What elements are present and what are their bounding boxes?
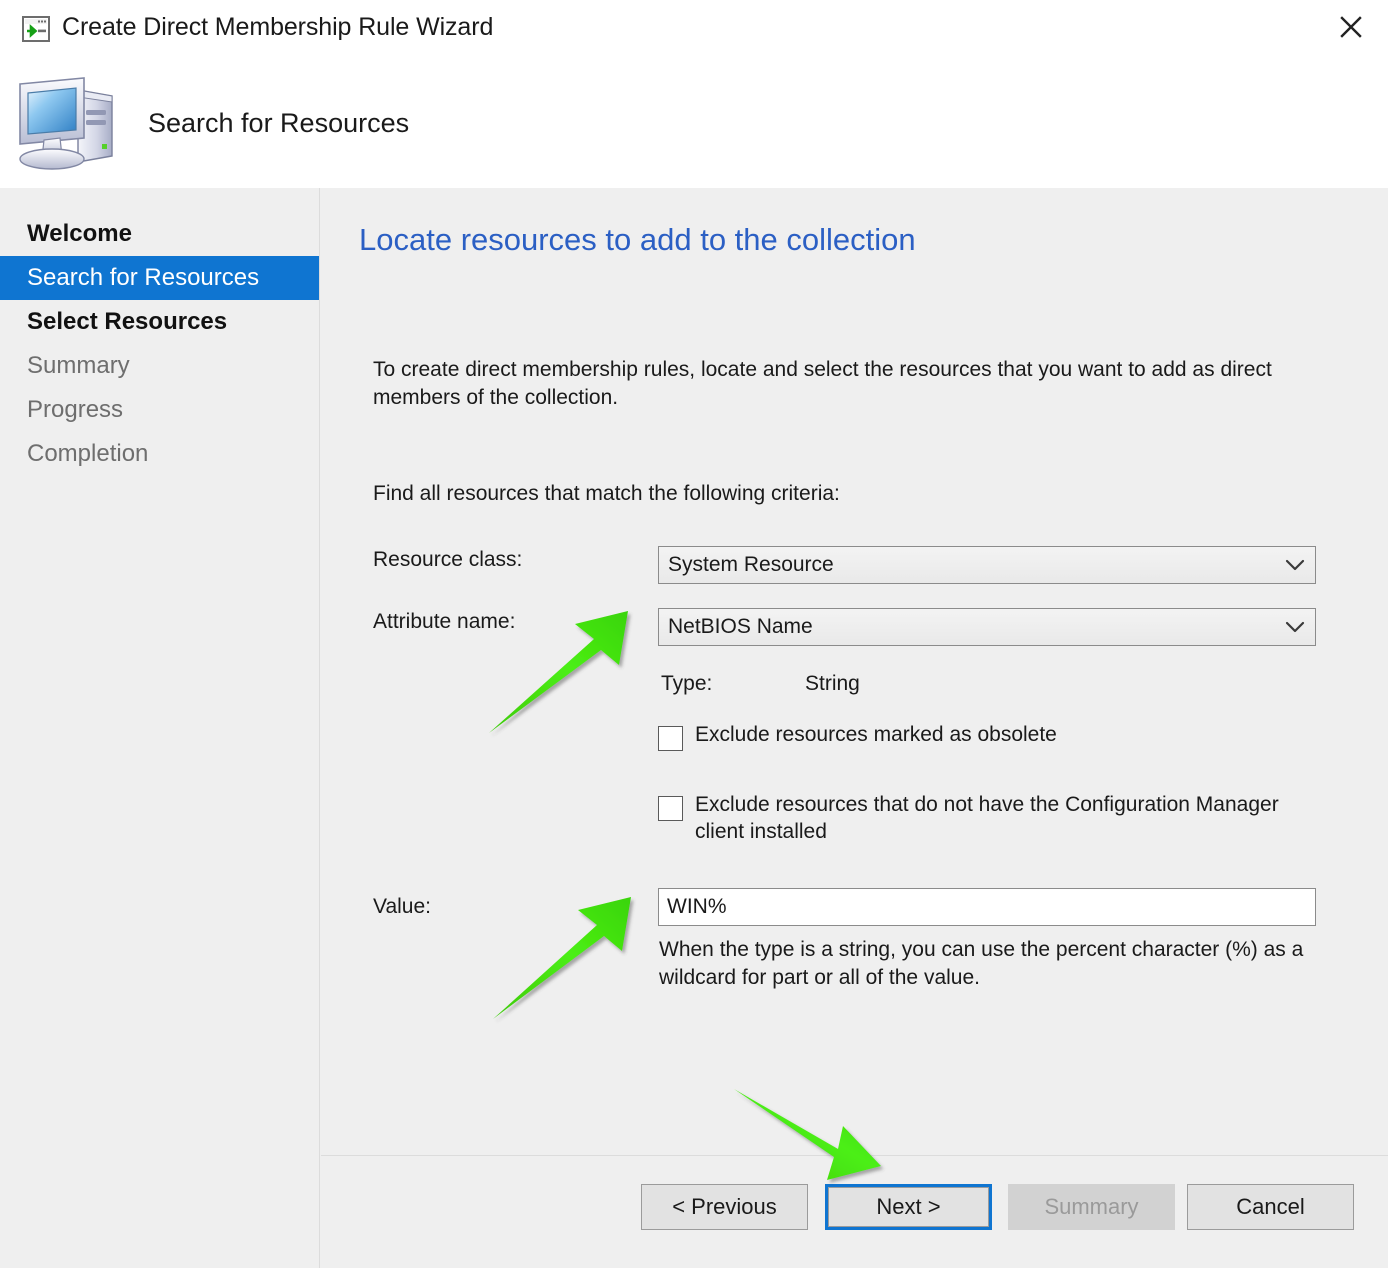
attribute-name-select[interactable]: NetBIOS Name xyxy=(658,608,1316,646)
computer-icon xyxy=(12,72,126,172)
exclude-no-client-label: Exclude resources that do not have the C… xyxy=(695,793,1279,843)
wizard-window-icon xyxy=(22,16,50,42)
sidebar-item-label: Completion xyxy=(27,440,149,467)
page-title: Locate resources to add to the collectio… xyxy=(359,222,916,257)
cancel-button[interactable]: Cancel xyxy=(1187,1184,1354,1230)
resource-class-select[interactable]: System Resource xyxy=(658,546,1316,584)
sidebar-item-label: Welcome xyxy=(27,220,132,247)
value-hint-text: When the type is a string, you can use t… xyxy=(659,938,1304,989)
exclude-obsolete-label: Exclude resources marked as obsolete xyxy=(695,723,1057,746)
chevron-down-icon xyxy=(1275,621,1315,634)
resource-class-value: System Resource xyxy=(668,553,834,576)
attribute-name-label: Attribute name: xyxy=(373,610,516,633)
window-title: Create Direct Membership Rule Wizard xyxy=(62,13,494,41)
exclude-no-client-checkbox-row[interactable]: Exclude resources that do not have the C… xyxy=(658,792,1318,846)
type-value: String xyxy=(805,672,860,695)
sidebar-item-welcome[interactable]: Welcome xyxy=(0,212,319,256)
chevron-down-icon xyxy=(1275,559,1315,572)
exclude-no-client-checkbox[interactable] xyxy=(658,796,683,821)
wizard-step-sidebar: Welcome Search for Resources Select Reso… xyxy=(0,188,320,1268)
wizard-header: Search for Resources xyxy=(0,58,1388,188)
title-bar: Create Direct Membership Rule Wizard xyxy=(0,0,1388,58)
sidebar-item-select-resources[interactable]: Select Resources xyxy=(0,300,319,344)
exclude-obsolete-checkbox[interactable] xyxy=(658,726,683,751)
wizard-content-pane: Locate resources to add to the collectio… xyxy=(321,188,1388,1268)
sidebar-item-label: Select Resources xyxy=(27,308,228,335)
close-icon[interactable] xyxy=(1322,2,1380,52)
type-row: Type: String xyxy=(661,672,860,696)
attribute-name-value: NetBIOS Name xyxy=(668,615,813,638)
criteria-prompt: Find all resources that match the follow… xyxy=(373,482,840,505)
sidebar-item-label: Summary xyxy=(27,352,130,379)
sidebar-item-label: Search for Resources xyxy=(27,264,260,291)
value-input-text: WIN% xyxy=(667,895,727,918)
wizard-footer: < Previous Next > Summary Cancel xyxy=(321,1156,1388,1268)
value-label: Value: xyxy=(373,895,431,918)
header-title: Search for Resources xyxy=(148,108,410,138)
sidebar-item-label: Progress xyxy=(27,396,124,423)
sidebar-item-summary[interactable]: Summary xyxy=(0,344,319,388)
sidebar-item-completion[interactable]: Completion xyxy=(0,432,319,476)
type-label: Type: xyxy=(661,672,713,695)
sidebar-item-search-for-resources[interactable]: Search for Resources xyxy=(0,256,319,300)
next-button[interactable]: Next > xyxy=(825,1184,992,1230)
resource-class-label: Resource class: xyxy=(373,548,523,571)
exclude-obsolete-checkbox-row[interactable]: Exclude resources marked as obsolete xyxy=(658,722,1057,751)
value-input[interactable]: WIN% xyxy=(658,888,1316,926)
intro-paragraph: To create direct membership rules, locat… xyxy=(373,358,1272,410)
previous-button[interactable]: < Previous xyxy=(641,1184,808,1230)
summary-button: Summary xyxy=(1008,1184,1175,1230)
wizard-body: Welcome Search for Resources Select Reso… xyxy=(0,188,1388,1268)
sidebar-item-progress[interactable]: Progress xyxy=(0,388,319,432)
